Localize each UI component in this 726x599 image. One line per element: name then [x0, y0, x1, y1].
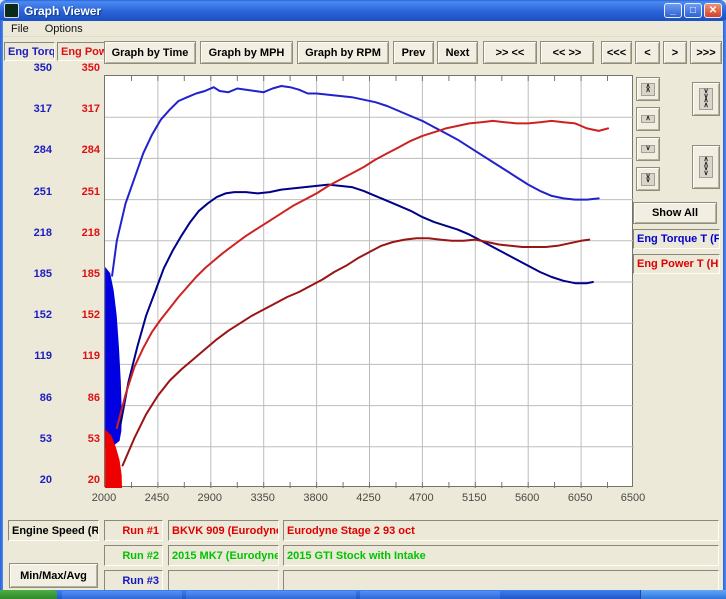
- x-tick-label: 2000: [82, 492, 126, 504]
- y-tick-label-torque: 284: [6, 144, 52, 156]
- run-file-field[interactable]: [168, 570, 279, 591]
- close-button[interactable]: ✕: [704, 3, 722, 18]
- pan-up-fast-icon: ∧∧: [641, 83, 654, 96]
- y-tick-label-power: 152: [54, 309, 100, 321]
- pan-right-fast-button[interactable]: >>>: [690, 41, 722, 64]
- y-tick-label-power: 284: [54, 144, 100, 156]
- x-tick-label: 2900: [188, 492, 232, 504]
- dyno-plot-area[interactable]: [104, 75, 633, 487]
- taskbar-window-button[interactable]: [360, 591, 500, 599]
- pan-right-button[interactable]: >: [663, 41, 687, 64]
- y-tick-label-power: 350: [54, 62, 100, 74]
- series-curve: [120, 185, 593, 426]
- y-tick-label-torque: 119: [6, 350, 52, 362]
- graph-by-mph-button[interactable]: Graph by MPH: [200, 41, 293, 64]
- graph-viewer-window: Graph Viewer _ □ ✕ File Options Eng Torq…: [0, 0, 726, 599]
- x-tick-label: 4250: [347, 492, 391, 504]
- zoom-out-x-button[interactable]: << >>: [540, 41, 594, 64]
- menu-file[interactable]: File: [3, 22, 37, 36]
- pan-left-button[interactable]: <: [635, 41, 660, 64]
- x-tick-label: 5600: [505, 492, 549, 504]
- y-tick-label-power: 317: [54, 103, 100, 115]
- y-tick-label-torque: 317: [6, 103, 52, 115]
- zoom-in-y-icon: ∨∨∧∧: [699, 88, 712, 110]
- pan-down-fast-button[interactable]: ∨∨: [636, 167, 660, 191]
- start-button[interactable]: [0, 590, 57, 599]
- legend-power[interactable]: Eng Power T (HP): [633, 254, 720, 274]
- y-tick-label-power: 119: [54, 350, 100, 362]
- title-bar[interactable]: Graph Viewer _ □ ✕: [0, 0, 726, 21]
- run-desc-field[interactable]: 2015 GTI Stock with Intake: [283, 545, 719, 566]
- prev-button[interactable]: Prev: [393, 41, 434, 64]
- pan-down-button[interactable]: ∨: [636, 137, 660, 161]
- app-icon: [4, 3, 19, 18]
- run-label: Run #3: [104, 570, 163, 591]
- legend-torque[interactable]: Eng Torque T (Ft-lbs): [633, 229, 720, 249]
- menu-options[interactable]: Options: [37, 22, 91, 36]
- next-button[interactable]: Next: [437, 41, 478, 64]
- x-tick-label: 3800: [294, 492, 338, 504]
- zoom-in-y-button[interactable]: ∨∨∧∧: [692, 82, 720, 116]
- run-label: Run #1: [104, 520, 163, 541]
- x-tick-label: 3350: [241, 492, 285, 504]
- maximize-button[interactable]: □: [684, 3, 702, 18]
- minimize-button[interactable]: _: [664, 3, 682, 18]
- x-tick-label: 6500: [611, 492, 655, 504]
- dyno-chart: [105, 76, 634, 488]
- y-tick-label-power: 251: [54, 186, 100, 198]
- run-desc-field[interactable]: [283, 570, 719, 591]
- pan-left-fast-button[interactable]: <<<: [601, 41, 632, 64]
- x-tick-label: 5150: [452, 492, 496, 504]
- min-max-avg-button[interactable]: Min/Max/Avg: [9, 563, 98, 588]
- run-desc-field[interactable]: Eurodyne Stage 2 93 oct: [283, 520, 719, 541]
- graph-by-time-button[interactable]: Graph by Time: [104, 41, 196, 64]
- pan-up-icon: ∧: [641, 115, 654, 124]
- show-all-button[interactable]: Show All: [633, 202, 717, 224]
- y-axis-torque-header[interactable]: Eng Torque: [4, 42, 55, 61]
- series-curve: [117, 121, 608, 428]
- pan-down-fast-icon: ∨∨: [641, 173, 654, 186]
- y-tick-label-power: 218: [54, 227, 100, 239]
- pan-up-fast-button[interactable]: ∧∧: [636, 77, 660, 101]
- run-file-field[interactable]: 2015 MK7 (Eurodyne, E: [168, 545, 279, 566]
- x-tick-label: 6050: [558, 492, 602, 504]
- window-title: Graph Viewer: [24, 4, 101, 18]
- system-tray[interactable]: [640, 590, 726, 599]
- taskbar[interactable]: [0, 590, 726, 599]
- menu-bar: File Options: [3, 21, 723, 37]
- run-file-field[interactable]: BKVK 909 (Eurodyne, B: [168, 520, 279, 541]
- y-tick-label-power: 20: [54, 474, 100, 486]
- graph-by-rpm-button[interactable]: Graph by RPM: [297, 41, 389, 64]
- taskbar-window-button[interactable]: [186, 591, 356, 599]
- taskbar-window-button[interactable]: [62, 591, 182, 599]
- zoom-out-y-button[interactable]: ∧∧∨∨: [692, 145, 720, 189]
- y-tick-label-torque: 86: [6, 392, 52, 404]
- y-tick-label-torque: 350: [6, 62, 52, 74]
- y-tick-label-power: 53: [54, 433, 100, 445]
- x-tick-label: 2450: [135, 492, 179, 504]
- y-tick-label-power: 86: [54, 392, 100, 404]
- zoom-out-y-icon: ∧∧∨∨: [699, 156, 712, 178]
- y-tick-label-torque: 53: [6, 433, 52, 445]
- x-tick-label: 4700: [399, 492, 443, 504]
- y-tick-label-torque: 152: [6, 309, 52, 321]
- series-curve: [123, 238, 590, 465]
- y-tick-label-torque: 251: [6, 186, 52, 198]
- y-tick-label-power: 185: [54, 268, 100, 280]
- y-tick-label-torque: 20: [6, 474, 52, 486]
- window-border-left: [0, 20, 3, 590]
- zoom-in-x-button[interactable]: >> <<: [483, 41, 537, 64]
- run-label: Run #2: [104, 545, 163, 566]
- y-axis-power-header[interactable]: Eng Power: [57, 42, 107, 61]
- y-tick-label-torque: 218: [6, 227, 52, 239]
- pan-down-icon: ∨: [641, 145, 654, 154]
- y-tick-label-torque: 185: [6, 268, 52, 280]
- x-axis-channel-field[interactable]: Engine Speed (RPM): [8, 520, 99, 541]
- pan-up-button[interactable]: ∧: [636, 107, 660, 131]
